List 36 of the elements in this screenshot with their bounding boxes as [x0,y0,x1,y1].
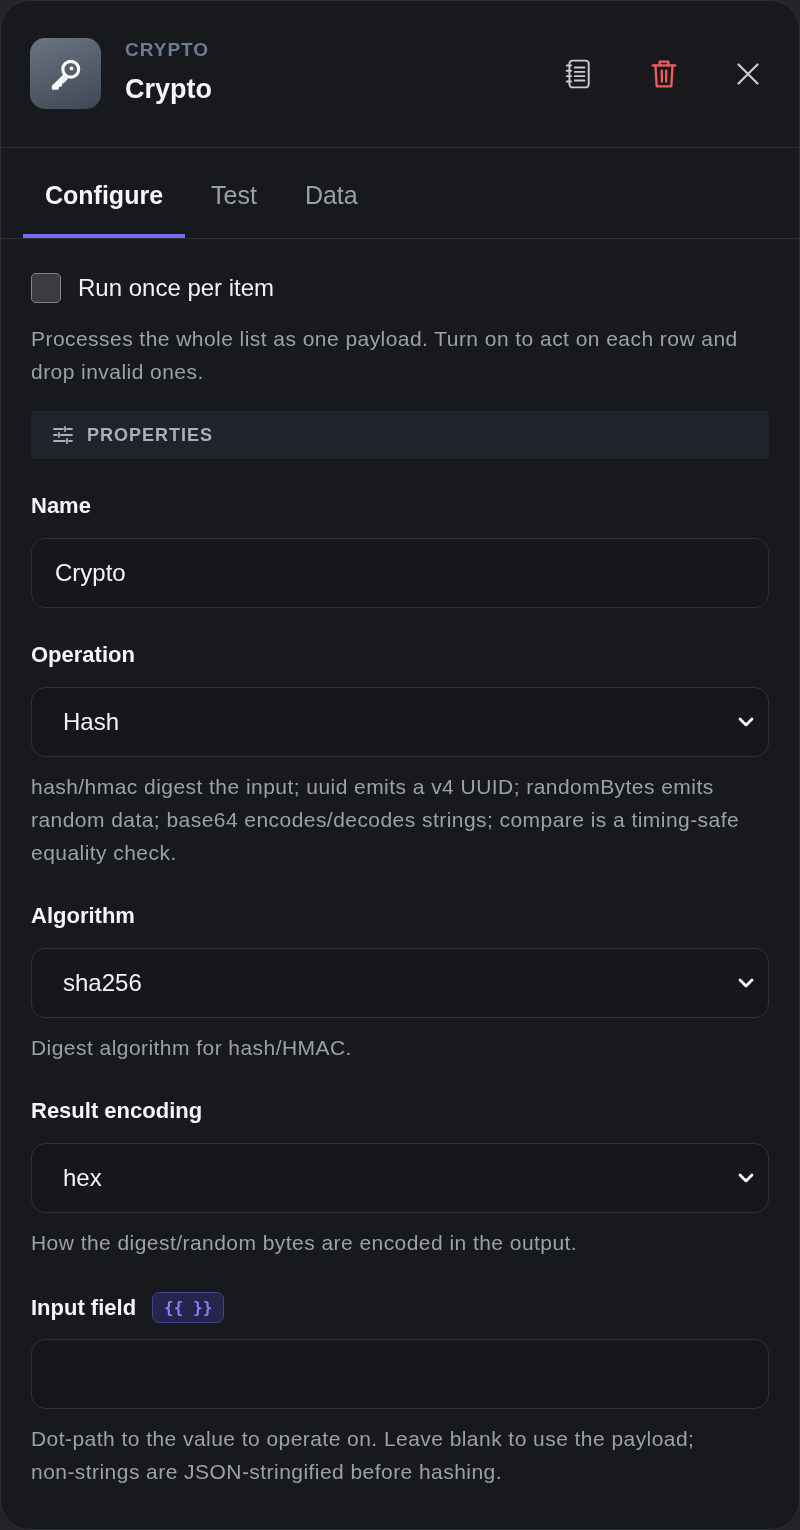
checkbox[interactable] [31,273,61,303]
node-title: Crypto [125,73,212,105]
dropdown-value: sha256 [63,969,142,997]
sliders-icon [53,426,73,444]
notebook-icon[interactable] [565,59,591,89]
text-input[interactable]: Crypto [31,538,769,608]
close-icon[interactable] [737,63,759,85]
help-text: Processes the whole list as one payload. Turn on to act on each row and drop invalid ones. [31,326,739,385]
field-label: Result encoding [31,1098,203,1124]
section-title: PROPERTIES [87,424,214,446]
field-label: Operation [31,642,135,668]
template-badge: {{ }} [152,1292,225,1323]
dropdown-value: hex [63,1164,102,1192]
dropdown-field[interactable]: Hash [31,687,769,757]
help-text: Dot-path to the value to operate on. Leave blank to use the payload; non-strings are JSON-stringified before hashing. [31,1426,696,1485]
text-input[interactable] [31,1339,769,1409]
tab[interactable]: Test [189,148,279,238]
chevron-down-icon [738,978,754,988]
trash-icon[interactable] [651,59,677,89]
help-text: Digest algorithm for hash/HMAC. [31,1035,353,1061]
tab[interactable]: Data [282,148,380,238]
chevron-down-icon [738,1173,754,1183]
dropdown-field[interactable]: sha256 [31,948,769,1018]
help-text: How the digest/random bytes are encoded in the output. [31,1230,579,1256]
dropdown-field[interactable]: hex [31,1143,769,1213]
help-text: hash/hmac digest the input; uuid emits a v4 UUID; randomBytes emits random data; base64 encodes/decodes strings; compare is a timing-safe equality check. [31,774,741,866]
input-value: Crypto [55,559,126,587]
chevron-down-icon [738,717,754,727]
dropdown-value: Hash [63,708,120,736]
field-label: Name [31,493,91,519]
tab[interactable]: Configure [23,148,186,238]
checkbox-label[interactable]: Run once per item [78,274,275,302]
node-category: CRYPTO [125,39,211,61]
field-label: Input field [31,1294,137,1321]
field-label: Algorithm [31,903,135,929]
key-icon [30,38,101,109]
